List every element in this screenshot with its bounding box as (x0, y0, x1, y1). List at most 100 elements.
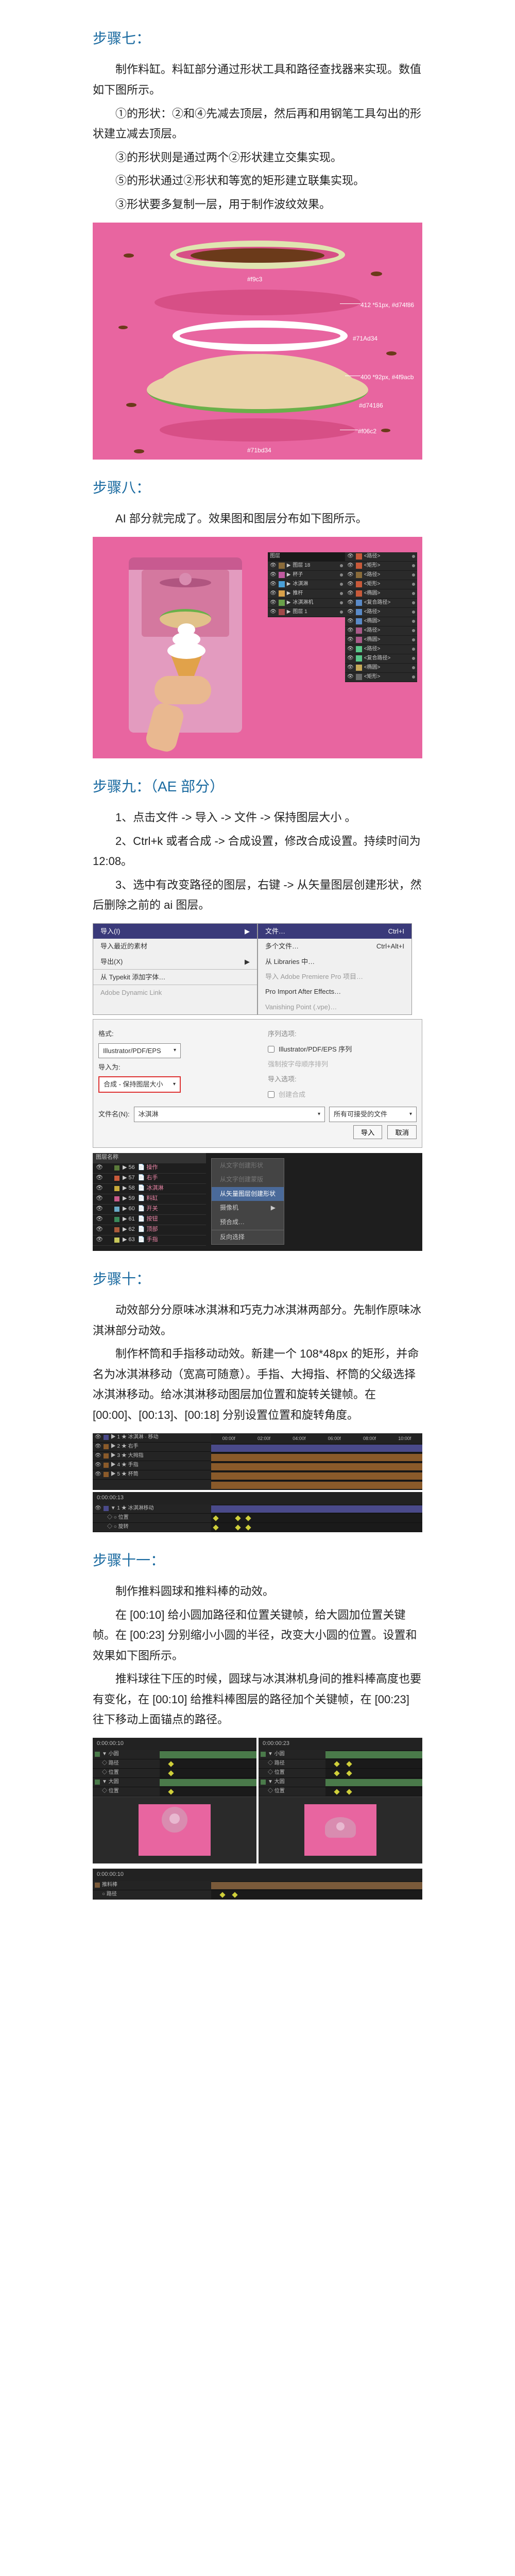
ae-layer-row[interactable]: 👁▶ 61📄 按钮 (93, 1215, 206, 1225)
eye-icon[interactable]: 👁 (347, 617, 354, 626)
tl-row[interactable]: 👁▶ 2 ★ 右手 (93, 1443, 211, 1452)
submenu-proimport[interactable]: Pro Import After Effects… (258, 984, 411, 999)
eye-icon[interactable]: 👁 (96, 1194, 103, 1204)
layer-row[interactable]: 👁<矩形> (345, 673, 417, 682)
ae-layer-row[interactable]: 👁▶ 59📄 料缸 (93, 1194, 206, 1205)
ae-layer-row[interactable]: 👁▶ 60📄 开关 (93, 1205, 206, 1215)
tl-row[interactable]: ◇ 路径 (259, 1759, 325, 1769)
ctx-precompose[interactable]: 预合成… (212, 1215, 284, 1230)
ae-layer-row[interactable]: 👁▶ 63📄 手指 (93, 1235, 206, 1246)
eye-icon[interactable]: 👁 (270, 580, 277, 589)
dlg-filter-dd[interactable]: 所有可接受的文件▾ (329, 1107, 417, 1122)
layer-row[interactable]: 👁▶图层 18 (268, 562, 345, 571)
layer-row[interactable]: 👁▶推杆 (268, 589, 345, 599)
layer-row[interactable]: 👁<路径> (345, 626, 417, 636)
ctx-invert-sel[interactable]: 反向选择 (212, 1230, 284, 1245)
layer-row[interactable]: 👁▶冰淇淋 (268, 580, 345, 589)
eye-icon[interactable]: 👁 (347, 589, 354, 598)
layer-row[interactable]: 👁<椭圆> (345, 617, 417, 626)
eye-icon[interactable]: 👁 (347, 561, 354, 570)
tl-row[interactable]: ◇ 位置 (93, 1769, 160, 1778)
eye-icon[interactable]: 👁 (347, 672, 354, 682)
eye-icon[interactable]: 👁 (270, 561, 277, 570)
layer-row[interactable]: 👁<矩形> (345, 580, 417, 589)
eye-icon[interactable]: 👁 (347, 635, 354, 645)
tl-row[interactable]: 👁▶ 1 ★ 冰淇淋 · 移动 (93, 1433, 211, 1443)
ae-layer-row[interactable]: 👁▶ 58📄 冰淇淋 (93, 1184, 206, 1194)
tl-row[interactable]: ◇ 路径 (93, 1759, 160, 1769)
dlg-format-dd[interactable]: Illustrator/PDF/EPS▾ (98, 1043, 181, 1058)
ctx-camera[interactable]: 摄像机▶ (212, 1201, 284, 1215)
layer-row[interactable]: 👁<路径> (345, 608, 417, 617)
submenu-multi[interactable]: 多个文件…Ctrl+Alt+I (258, 939, 411, 954)
tl-row[interactable]: ◇ ○ 旋转 (93, 1523, 211, 1532)
tl-row[interactable]: ▼ 大圆 (93, 1778, 160, 1787)
tl-row[interactable]: 👁▶ 4 ★ 手指 (93, 1461, 211, 1470)
tl-row[interactable]: 👁▼ 1 ★ 冰淇淋移动 (93, 1504, 211, 1514)
layer-row[interactable]: 👁<路径> (345, 571, 417, 580)
dlg-filename-dd[interactable]: 冰淇淋▾ (134, 1107, 325, 1122)
menu-recent[interactable]: 导入最近的素材 (93, 939, 257, 954)
layer-row[interactable]: 👁▶图层 1 (268, 608, 345, 617)
dlg-create-comp-check[interactable] (268, 1091, 274, 1098)
import-button[interactable]: 导入 (353, 1125, 383, 1139)
eye-icon[interactable]: 👁 (270, 589, 277, 598)
layer-row[interactable]: 👁<矩形> (345, 562, 417, 571)
eye-icon[interactable]: 👁 (95, 1461, 101, 1470)
eye-icon[interactable]: 👁 (270, 598, 277, 607)
layer-row[interactable]: 👁<路径> (345, 645, 417, 654)
eye-icon[interactable]: 👁 (347, 598, 354, 607)
ae-layer-row[interactable]: 👁▶ 57📄 右手 (93, 1174, 206, 1184)
layer-row[interactable]: 👁<椭圆> (345, 664, 417, 673)
eye-icon[interactable]: 👁 (96, 1183, 103, 1194)
layer-row[interactable]: 👁<路径> (345, 552, 417, 562)
layer-row[interactable]: 👁▶杯子 (268, 571, 345, 580)
eye-icon[interactable]: 👁 (347, 580, 354, 589)
layer-row[interactable]: 👁<椭圆> (345, 589, 417, 599)
eye-icon[interactable]: 👁 (96, 1204, 103, 1214)
eye-icon[interactable]: 👁 (347, 645, 354, 654)
tl-row[interactable]: ◇ 位置 (93, 1787, 160, 1797)
layer-row[interactable]: 👁<复合路径> (345, 654, 417, 664)
eye-icon[interactable]: 👁 (95, 1442, 101, 1451)
tl-row[interactable]: ◇ ○ 位置 (93, 1514, 211, 1523)
eye-icon[interactable]: 👁 (96, 1214, 103, 1225)
eye-icon[interactable]: 👁 (96, 1163, 103, 1173)
eye-icon[interactable]: 👁 (347, 552, 354, 561)
dlg-seq-check[interactable] (268, 1046, 274, 1053)
tl-row[interactable]: ◇ 位置 (259, 1769, 325, 1778)
eye-icon[interactable]: 👁 (95, 1504, 101, 1513)
eye-icon[interactable]: 👁 (347, 570, 354, 580)
layer-row[interactable]: 👁<复合路径> (345, 599, 417, 608)
tl-row[interactable]: 👁▶ 5 ★ 杯筒 (93, 1470, 211, 1480)
tl-row[interactable]: ▼ 大圆 (259, 1778, 325, 1787)
tl-row[interactable]: ▼ 小圆 (259, 1750, 325, 1759)
eye-icon[interactable]: 👁 (270, 570, 277, 580)
tl-row[interactable]: 👁▶ 3 ★ 大拇指 (93, 1452, 211, 1461)
layer-row[interactable]: 👁▶冰淇淋机 (268, 599, 345, 608)
eye-icon[interactable]: 👁 (270, 607, 277, 617)
eye-icon[interactable]: 👁 (347, 663, 354, 672)
eye-icon[interactable]: 👁 (347, 607, 354, 617)
eye-icon[interactable]: 👁 (95, 1433, 101, 1442)
tl-row[interactable]: ◇ 位置 (259, 1787, 325, 1797)
menu-import[interactable]: 导入(I)▶ (93, 924, 257, 939)
dlg-importas-dd[interactable]: 合成 - 保持图层大小▾ (98, 1076, 181, 1092)
menu-export[interactable]: 导出(X)▶ (93, 954, 257, 969)
eye-icon[interactable]: 👁 (96, 1173, 103, 1183)
menu-typekit[interactable]: 从 Typekit 添加字体… (93, 970, 257, 985)
eye-icon[interactable]: 👁 (95, 1451, 101, 1461)
eye-icon[interactable]: 👁 (96, 1225, 103, 1235)
eye-icon[interactable]: 👁 (95, 1470, 101, 1479)
tl-row[interactable]: ▼ 小圆 (93, 1750, 160, 1759)
submenu-file[interactable]: 文件…Ctrl+I (258, 924, 411, 939)
layer-row[interactable]: 👁<椭圆> (345, 636, 417, 645)
ctx-vector-shape[interactable]: 从矢量图层创建形状 (212, 1187, 284, 1201)
ae-layer-row[interactable]: 👁▶ 56📄 操作 (93, 1163, 206, 1174)
cancel-button[interactable]: 取消 (387, 1125, 417, 1139)
tl-row-rod[interactable]: 推料棒 (102, 1880, 117, 1890)
eye-icon[interactable]: 👁 (347, 654, 354, 663)
eye-icon[interactable]: 👁 (96, 1235, 103, 1245)
ae-layer-row[interactable]: 👁▶ 62📄 顶部 (93, 1225, 206, 1235)
eye-icon[interactable]: 👁 (347, 626, 354, 635)
